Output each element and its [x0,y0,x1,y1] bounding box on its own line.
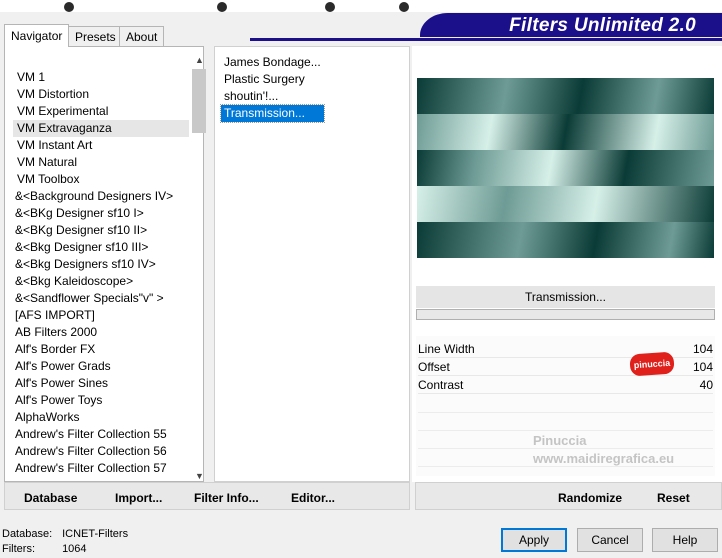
tab-navigator[interactable]: Navigator [4,24,70,47]
preview-band [417,114,714,150]
database-button[interactable]: Database [24,491,77,505]
empty-param-row [418,466,713,467]
import-button[interactable]: Import... [115,491,162,505]
tab-about[interactable]: About [119,26,165,46]
category-item[interactable]: VM 1 [13,69,189,86]
category-item[interactable]: &<Background Designers IV> [13,188,189,205]
category-item[interactable]: Alf's Power Sines [13,375,189,392]
param-value: 104 [692,342,713,356]
watermark-name: Pinuccia [533,433,587,448]
category-item[interactable]: &<Bkg Designer sf10 III> [13,239,189,256]
category-item[interactable]: Andrew's Filter Collection 57 [13,460,189,477]
category-item[interactable]: Alf's Power Grads [13,358,189,375]
param-label: Offset [418,360,450,374]
category-item[interactable]: Andrew's Filter Collection 55 [13,426,189,443]
filters-count-label: Filters: [2,543,35,555]
reset-button[interactable]: Reset [657,491,690,505]
param-value: 40 [699,378,713,392]
banner-underline [250,38,722,41]
empty-param-row [418,430,713,431]
category-item[interactable]: &<Bkg Designers sf10 IV> [13,256,189,273]
watermark-logo: pinuccia [629,351,675,377]
app-title: Filters Unlimited 2.0 [509,15,696,36]
filters-count-value: 1064 [62,543,87,555]
filter-item[interactable]: James Bondage... [221,54,324,71]
preview-toolbar: Randomize Reset [415,482,722,510]
top-strip [0,0,722,12]
filter-title: Transmission... [416,286,715,308]
progress-bar [416,309,715,320]
filter-list: James Bondage... Plastic Surgery shoutin'!… [220,54,325,123]
scroll-down-icon[interactable]: ▼ [191,469,208,483]
editor-button[interactable]: Editor... [291,491,335,505]
database-label: Database: [2,528,53,540]
param-contrast[interactable]: Contrast 40 [418,376,713,394]
preview-band [417,186,714,222]
category-item[interactable]: Alf's Border FX [13,341,189,358]
empty-param-row [418,412,713,413]
category-item[interactable]: [AFS IMPORT] [13,307,189,324]
category-item[interactable]: &<Bkg Kaleidoscope> [13,273,189,290]
navigator-toolbar: Database Import... Filter Info... Editor… [4,482,410,510]
dot-icon [64,2,74,12]
filter-info-button[interactable]: Filter Info... [194,491,259,505]
category-item[interactable]: &<Sandflower Specials"v" > [13,290,189,307]
category-item[interactable]: VM Distortion [13,86,189,103]
watermark-url: www.maidiregrafica.eu [533,451,675,466]
database-value: ICNET-Filters [62,528,129,540]
scrollbar-thumb[interactable] [192,69,206,133]
preview-band [417,78,714,114]
preview-band [417,150,714,186]
apply-button[interactable]: Apply [501,528,567,552]
category-item[interactable]: AB Filters 2000 [13,324,189,341]
app-banner: Filters Unlimited 2.0 [420,13,722,37]
filter-preview [417,78,714,258]
dot-icon [399,2,409,12]
filter-panel: James Bondage... Plastic Surgery shoutin'!… [214,46,410,482]
dot-icon [325,2,335,12]
category-item[interactable]: VM Experimental [13,103,189,120]
param-label: Contrast [418,378,464,392]
navigator-panel: VM 1 VM Distortion VM Experimental VM Extra… [4,46,206,482]
param-label: Line Width [418,342,475,356]
filter-item[interactable]: Plastic Surgery [221,71,324,88]
scroll-up-icon[interactable]: ▲ [191,53,208,67]
help-button[interactable]: Help [652,528,718,552]
category-scrollbar[interactable]: ▲ ▼ [191,53,208,483]
category-item[interactable]: Andrew's Filter Collection 56 [13,443,189,460]
filter-item[interactable]: shoutin'!... [221,88,324,105]
category-list: VM 1 VM Distortion VM Experimental VM Extra… [13,69,189,477]
category-item[interactable]: Alf's Power Toys [13,392,189,409]
cancel-button[interactable]: Cancel [577,528,643,552]
preview-panel: Transmission... Line Width 104 Offset 10… [412,46,722,482]
dot-icon [217,2,227,12]
category-item[interactable]: VM Toolbox [13,171,189,188]
status-panel: Database: ICNET-Filters Filters: 1064 [2,527,128,557]
empty-param-row [418,448,713,449]
category-item[interactable]: VM Instant Art [13,137,189,154]
category-item[interactable]: AlphaWorks [13,409,189,426]
category-item[interactable]: &<BKg Designer sf10 II> [13,222,189,239]
filter-item[interactable]: Transmission... [220,104,325,123]
category-item[interactable]: VM Natural [13,154,189,171]
tab-presets[interactable]: Presets [68,26,123,46]
preview-band [417,222,714,258]
category-item[interactable]: VM Extravaganza [13,120,189,137]
randomize-button[interactable]: Randomize [558,491,622,505]
category-item[interactable]: &<BKg Designer sf10 I> [13,205,189,222]
param-value: 104 [692,360,713,374]
